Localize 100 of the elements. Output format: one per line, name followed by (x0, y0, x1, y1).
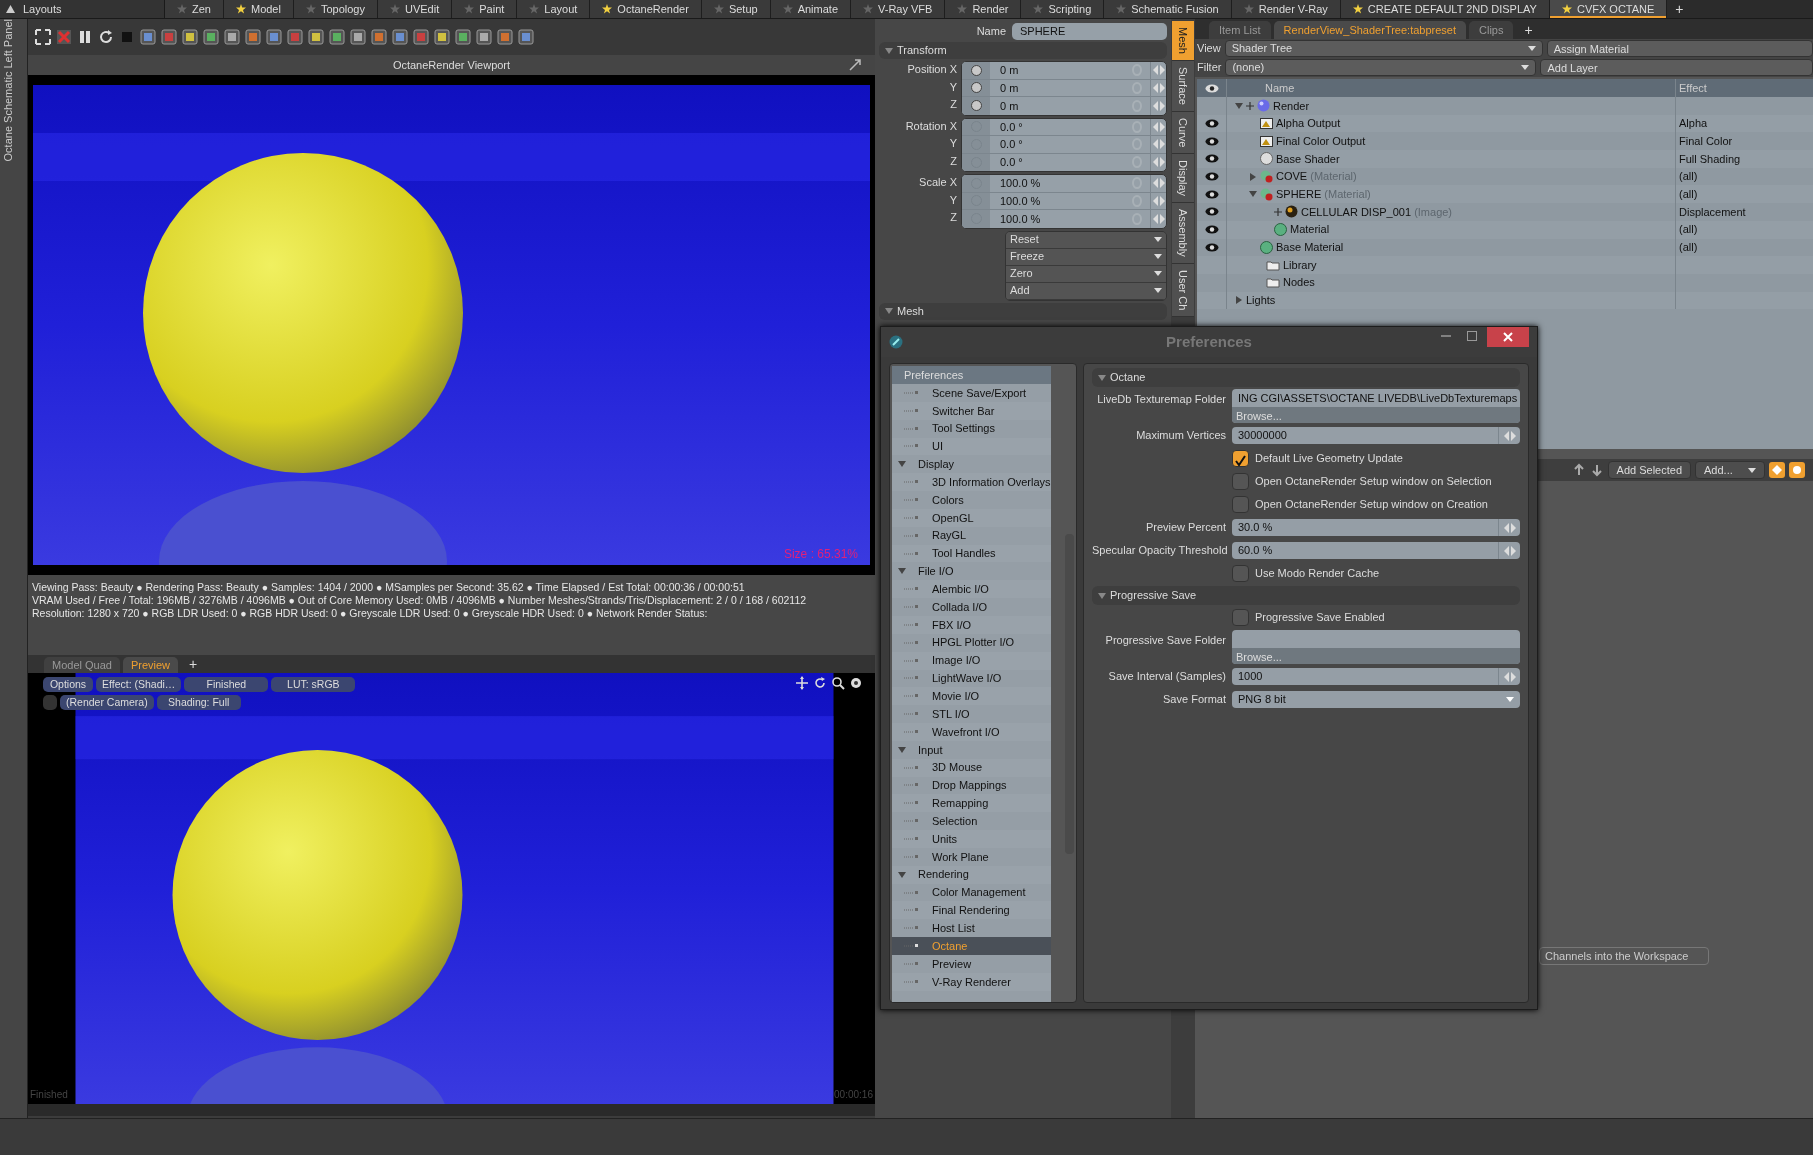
toolbar-icon[interactable] (391, 28, 409, 46)
action-button[interactable]: Assign Material (1546, 40, 1813, 57)
diamond-icon[interactable] (1769, 462, 1785, 478)
preferences-nav-item[interactable]: 3D Information Overlays (892, 473, 1051, 492)
tree-item-label[interactable]: Material (1290, 221, 1330, 238)
tree-item-label[interactable]: Render (1273, 97, 1310, 115)
field-value[interactable]: 0 m (990, 97, 1132, 114)
section-header[interactable]: Mesh (879, 302, 1167, 320)
preview-option-button[interactable]: Options (43, 677, 93, 692)
preview-option-button[interactable]: Finished (184, 677, 269, 692)
tree-item-label[interactable]: Final Color Output (1276, 132, 1366, 150)
panel-tab[interactable]: RenderView_ShaderTree:tabpreset (1273, 20, 1467, 39)
toolbar-icon[interactable] (265, 28, 283, 46)
layout-tab[interactable]: V-Ray VFB (851, 0, 946, 18)
layout-tab[interactable]: Render (945, 0, 1022, 18)
layout-tab[interactable]: Scripting (1021, 0, 1105, 18)
move-down-icon[interactable] (1589, 463, 1604, 477)
tree-item-label[interactable]: Base Material (1276, 239, 1344, 256)
action-dropdown[interactable]: Reset (1006, 231, 1166, 249)
toolbar-icon[interactable] (244, 28, 262, 46)
plus-icon[interactable] (1274, 207, 1282, 216)
preview-option-button[interactable]: Effect: (Shadi… (96, 677, 182, 692)
dropdown-field[interactable]: Shader Tree (1224, 40, 1543, 57)
eye-icon[interactable] (1204, 242, 1219, 252)
side-tab[interactable]: Curve (1172, 111, 1194, 155)
checkbox[interactable] (1232, 565, 1249, 582)
section-header[interactable]: Transform (879, 42, 1167, 59)
expand-arrow-icon[interactable] (1249, 172, 1257, 181)
field-value[interactable]: 0.0 ° (990, 154, 1132, 171)
side-tab[interactable]: Assembly (1172, 203, 1194, 264)
key-dot-icon[interactable] (970, 82, 982, 94)
preview-option-button[interactable]: (Render Camera) (60, 695, 154, 710)
add-tab-button[interactable]: + (1667, 0, 1692, 18)
key-dot-icon[interactable] (970, 100, 982, 112)
search-icon[interactable] (831, 676, 845, 690)
checkbox[interactable] (1232, 609, 1249, 626)
toolbar-icon[interactable] (181, 28, 199, 46)
layout-tab[interactable]: Layout (517, 0, 591, 18)
preferences-nav-item[interactable]: Alembic I/O (892, 580, 1051, 599)
expand-icon[interactable] (34, 28, 52, 46)
tree-item-label[interactable]: Base Shader (1276, 150, 1340, 168)
panel-tab[interactable]: Item List (1209, 20, 1271, 39)
dropdown-field[interactable]: (none) (1225, 59, 1537, 76)
preferences-nav-item[interactable]: Octane (892, 937, 1051, 955)
field-value[interactable]: 0 m (990, 79, 1132, 96)
layout-tab[interactable]: Zen (165, 0, 224, 18)
panel-tab[interactable]: Clips (1469, 20, 1514, 39)
tree-item-label[interactable]: Lights (1246, 292, 1276, 309)
toolbar-icon[interactable] (454, 28, 472, 46)
layout-tab[interactable]: OctaneRender (590, 0, 702, 18)
side-tab[interactable]: Surface (1172, 60, 1194, 112)
name-field[interactable]: SPHERE (1012, 23, 1167, 40)
number-field[interactable]: 30.0 % (1232, 519, 1520, 536)
layouts-menu[interactable]: Layouts (0, 0, 165, 18)
field-value[interactable]: 0.0 ° (990, 136, 1132, 153)
toolbar-icon[interactable] (139, 28, 157, 46)
eye-icon[interactable] (1204, 207, 1219, 217)
eye-icon[interactable] (1204, 189, 1219, 199)
layout-tab[interactable]: Topology (293, 0, 378, 18)
add-tab-button[interactable]: + (1516, 21, 1541, 39)
collapse-arrow-icon[interactable] (898, 745, 906, 754)
toolbar-icon[interactable] (286, 28, 304, 46)
collapse-arrow-icon[interactable] (1249, 190, 1257, 199)
number-field[interactable]: 30000000 (1232, 427, 1520, 444)
expand-arrow-icon[interactable] (1235, 296, 1243, 305)
toolbar-icon[interactable] (412, 28, 430, 46)
toolbar-icon[interactable] (328, 28, 346, 46)
checkbox[interactable] (1232, 473, 1249, 490)
layout-tab[interactable]: Model (223, 0, 294, 18)
section-header[interactable]: Octane (1092, 368, 1520, 387)
view-tab[interactable]: Model Quad (44, 656, 120, 673)
tree-item-label[interactable]: SPHERE (Material) (1276, 186, 1371, 203)
collapse-arrow-icon[interactable] (898, 567, 906, 576)
action-button[interactable]: Add Layer (1540, 59, 1813, 76)
preferences-nav-item[interactable]: Units (892, 830, 1051, 848)
layout-tab[interactable]: Schematic Fusion (1104, 0, 1232, 18)
collapse-arrow-icon[interactable] (898, 870, 906, 879)
collapse-arrow-icon[interactable] (1235, 101, 1243, 110)
toolbar-icon[interactable] (307, 28, 325, 46)
tree-row[interactable]: Library (1197, 256, 1813, 274)
preferences-nav-item[interactable]: Wavefront I/O (892, 723, 1051, 741)
settings-icon[interactable] (849, 676, 863, 690)
collapse-arrow-icon[interactable] (898, 460, 906, 469)
toolbar-icon[interactable] (160, 28, 178, 46)
field-value[interactable]: 0.0 ° (990, 118, 1132, 135)
move-icon[interactable] (795, 676, 809, 690)
number-field[interactable]: 1000 (1232, 668, 1520, 685)
side-tab[interactable]: User Ch (1172, 263, 1194, 318)
layout-tab[interactable]: Paint (452, 0, 518, 18)
view-tab[interactable]: Preview (122, 656, 179, 673)
preferences-nav-item[interactable]: Final Rendering (892, 901, 1051, 920)
path-field[interactable]: ING CGI\ASSETS\OCTANE LIVEDB\LiveDbTexturemaps (1232, 389, 1520, 407)
layout-tab[interactable]: UVEdit (378, 0, 453, 18)
preview-option-button[interactable]: Shading: Full (156, 695, 241, 710)
toolbar-icon[interactable] (496, 28, 514, 46)
eye-icon[interactable] (1204, 154, 1219, 164)
field-value[interactable]: 0 m (990, 62, 1132, 79)
toolbar-icon[interactable] (475, 28, 493, 46)
refresh-icon[interactable] (97, 28, 115, 46)
scrollbar[interactable] (28, 1104, 875, 1116)
